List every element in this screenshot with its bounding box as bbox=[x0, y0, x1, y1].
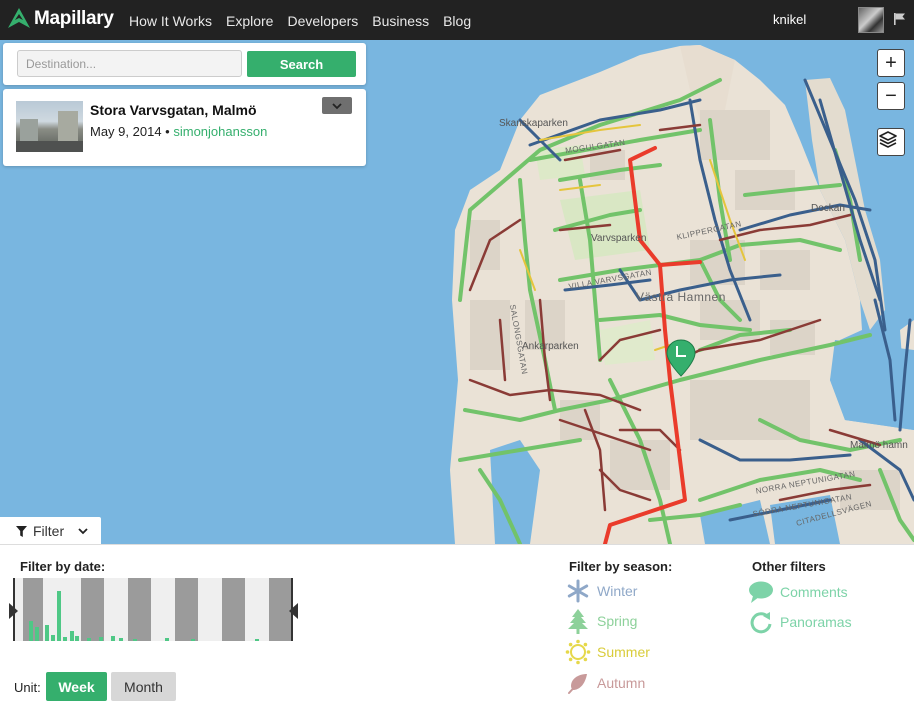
nav-business[interactable]: Business bbox=[372, 13, 429, 29]
layers-icon bbox=[879, 131, 897, 148]
comment-icon bbox=[749, 581, 773, 603]
unit-month-button[interactable]: Month bbox=[111, 672, 176, 701]
season-filter-autumn[interactable]: Autumn bbox=[565, 670, 645, 696]
map-label-ankarparken: Ankarparken bbox=[522, 341, 579, 352]
filter-toggle-tab[interactable]: Filter bbox=[0, 517, 101, 545]
map-label-malmo-hamn: Malmö hamn bbox=[850, 440, 908, 451]
leaf-icon bbox=[568, 674, 587, 694]
filter-panoramas-label: Panoramas bbox=[780, 614, 852, 630]
date-range-start-handle[interactable] bbox=[9, 603, 18, 619]
layers-button[interactable] bbox=[877, 128, 905, 156]
search-panel: Search bbox=[3, 43, 366, 85]
season-filter-spring[interactable]: Spring bbox=[565, 608, 637, 634]
nav-blog[interactable]: Blog bbox=[443, 13, 471, 29]
season-spring-label: Spring bbox=[597, 613, 638, 629]
destination-search-input[interactable] bbox=[17, 50, 242, 77]
map-label-dockan: Dockan bbox=[811, 203, 845, 214]
filter-date-title: Filter by date: bbox=[20, 559, 106, 574]
date-range-end-handle[interactable] bbox=[289, 603, 298, 619]
season-winter-label: Winter bbox=[597, 583, 638, 599]
brand-name: Mapillary bbox=[34, 8, 114, 29]
rotate-icon bbox=[750, 612, 772, 634]
flag-icon[interactable] bbox=[893, 12, 907, 26]
meta-separator: • bbox=[165, 124, 170, 139]
image-thumbnail[interactable] bbox=[16, 101, 83, 152]
main-nav: How It Works Explore Developers Business… bbox=[129, 13, 485, 29]
snowflake-icon bbox=[567, 579, 589, 603]
nav-developers[interactable]: Developers bbox=[287, 13, 358, 29]
sun-icon bbox=[565, 639, 591, 665]
tree-icon bbox=[568, 609, 588, 634]
username[interactable]: knikel bbox=[773, 12, 806, 27]
mapillary-logo-icon bbox=[8, 8, 30, 28]
map-label-vastra-hamnen: Västra Hamnen bbox=[636, 290, 726, 304]
nav-explore[interactable]: Explore bbox=[226, 13, 273, 29]
brand-logo[interactable]: Mapillary bbox=[6, 6, 114, 32]
avatar[interactable] bbox=[858, 7, 884, 33]
image-date: May 9, 2014 bbox=[90, 124, 162, 139]
season-autumn-label: Autumn bbox=[597, 675, 646, 691]
map-label-varvsparken: Varvsparken bbox=[591, 233, 647, 244]
search-button[interactable]: Search bbox=[247, 51, 356, 77]
filter-comments-label: Comments bbox=[780, 584, 848, 600]
top-navbar: Mapillary How It Works Explore Developer… bbox=[0, 0, 914, 40]
unit-label: Unit: bbox=[14, 680, 41, 695]
chevron-down-icon bbox=[332, 102, 342, 109]
zoom-out-button[interactable]: − bbox=[877, 82, 905, 110]
nav-how-it-works[interactable]: How It Works bbox=[129, 13, 212, 29]
filter-tab-label: Filter bbox=[33, 523, 65, 539]
filter-comments[interactable]: Comments bbox=[748, 579, 848, 605]
zoom-in-button[interactable]: + bbox=[877, 49, 905, 77]
chevron-down-icon bbox=[78, 528, 88, 535]
card-expand-button[interactable] bbox=[322, 97, 352, 114]
image-info-card: Stora Varvsgatan, Malmö May 9, 2014 • si… bbox=[3, 89, 366, 166]
image-user-link[interactable]: simonjohansson bbox=[173, 124, 267, 139]
season-filter-summer[interactable]: Summer bbox=[565, 639, 650, 665]
filter-panoramas[interactable]: Panoramas bbox=[748, 609, 852, 635]
other-filters-title: Other filters bbox=[752, 559, 826, 574]
date-histogram[interactable] bbox=[13, 578, 293, 641]
image-location-title: Stora Varvsgatan, Malmö bbox=[90, 102, 257, 118]
unit-week-button[interactable]: Week bbox=[46, 672, 107, 701]
season-summer-label: Summer bbox=[597, 644, 650, 660]
filter-season-title: Filter by season: bbox=[569, 559, 673, 574]
filter-funnel-icon bbox=[16, 525, 27, 537]
image-meta: May 9, 2014 • simonjohansson bbox=[90, 124, 267, 139]
season-filter-winter[interactable]: Winter bbox=[565, 578, 637, 604]
map-label-skanskaparken: Skanskaparken bbox=[499, 118, 568, 129]
